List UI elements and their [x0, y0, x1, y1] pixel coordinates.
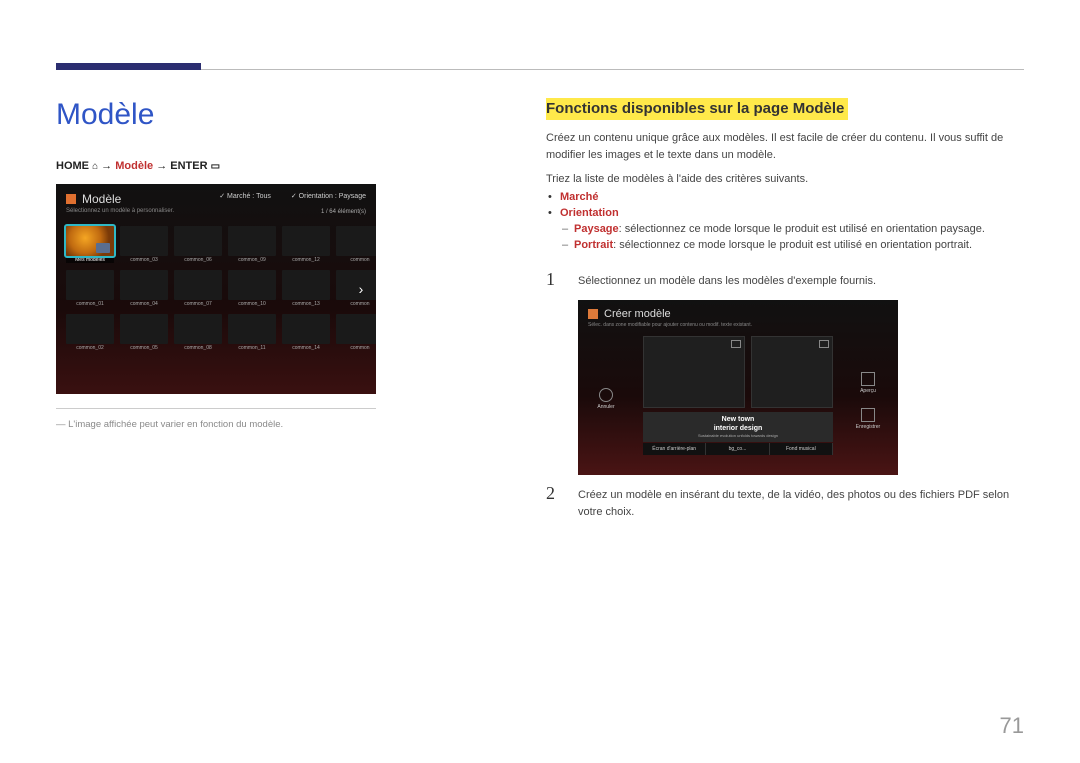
sub-paysage: Paysage: sélectionnez ce mode lorsque le… — [574, 223, 1024, 235]
section-title: Fonctions disponibles sur la page Modèle — [546, 98, 848, 120]
preview-button[interactable]: Aperçu — [846, 372, 890, 394]
preview-icon — [861, 372, 875, 386]
bullet-orientation: Orientation Paysage: sélectionnez ce mod… — [560, 207, 1024, 251]
enter-icon: ▭ — [211, 161, 220, 172]
template-cell[interactable]: common_13 — [282, 270, 330, 308]
steps-list: 1 Sélectionnez un modèle dans les modèle… — [546, 269, 1024, 520]
breadcrumb-home: HOME — [56, 160, 89, 172]
intro-paragraph: Créez un contenu unique grâce aux modèle… — [546, 130, 1024, 163]
filter-orientation[interactable]: Orientation : Paysage — [291, 192, 366, 200]
sort-criteria-list: Marché Orientation Paysage: sélectionnez… — [546, 191, 1024, 251]
template-canvas: New town interior design Sustainable evo… — [643, 336, 833, 454]
template-cell[interactable]: common — [336, 226, 376, 264]
cs-title: Créer modèle — [604, 308, 671, 320]
template-cell[interactable]: Mes modèles — [66, 226, 114, 264]
image-slot[interactable] — [643, 336, 745, 408]
page-header-rule — [56, 63, 1024, 70]
image-footnote: ― L'image affichée peut varier en foncti… — [56, 419, 386, 430]
ts-count: 1 / 64 élément(s) — [321, 209, 366, 215]
template-grid: Mes modèles common_03 common_06 common_0… — [66, 226, 376, 352]
cancel-icon — [599, 388, 613, 402]
template-icon — [66, 194, 76, 204]
page-title: Modèle — [56, 98, 386, 132]
text-slot[interactable]: New town interior design Sustainable evo… — [643, 412, 833, 442]
template-cell[interactable]: common_03 — [120, 226, 168, 264]
template-cell[interactable]: common — [336, 314, 376, 352]
template-cell[interactable]: common_11 — [228, 314, 276, 352]
tab-bgco[interactable]: bg_co... — [706, 443, 769, 455]
page-number: 71 — [1000, 713, 1024, 739]
page-header-accent — [56, 63, 201, 70]
breadcrumb-enter: ENTER — [170, 160, 207, 172]
orientation-sublist: Paysage: sélectionnez ce mode lorsque le… — [560, 223, 1024, 251]
next-arrow-icon[interactable]: › — [352, 274, 370, 304]
step-number: 2 — [546, 483, 564, 520]
bottom-tabs: Écran d'arrière-plan bg_co... Fond music… — [643, 443, 833, 455]
image-slot[interactable] — [751, 336, 833, 408]
home-icon: ⌂ — [92, 161, 98, 172]
cs-header: Créer modèle — [578, 300, 898, 322]
ts-title: Modèle — [82, 192, 121, 206]
step-2: 2 Créez un modèle en insérant du texte, … — [546, 483, 1024, 520]
template-browser-screenshot: Modèle Sélectionnez un modèle à personna… — [56, 184, 376, 394]
create-template-screenshot: Créer modèle Sélec. dans zone modifiable… — [578, 300, 898, 475]
arrow-icon: → — [101, 160, 112, 172]
tab-music[interactable]: Fond musical — [770, 443, 833, 455]
template-cell[interactable]: common_14 — [282, 314, 330, 352]
template-cell[interactable]: common_10 — [228, 270, 276, 308]
template-cell[interactable]: common_09 — [228, 226, 276, 264]
sort-intro: Triez la liste de modèles à l'aide des c… — [546, 173, 1024, 185]
bullet-marche: Marché — [560, 191, 1024, 203]
template-cell[interactable]: common_06 — [174, 226, 222, 264]
cs-right-actions: Aperçu Enregistrer — [846, 372, 890, 444]
ts-filters: Marché : Tous Orientation : Paysage — [219, 192, 366, 200]
sub-portrait: Portrait: sélectionnez ce mode lorsque l… — [574, 239, 1024, 251]
template-cell[interactable]: common_01 — [66, 270, 114, 308]
divider — [56, 408, 376, 409]
template-cell[interactable]: common_05 — [120, 314, 168, 352]
step-1: 1 Sélectionnez un modèle dans les modèle… — [546, 269, 1024, 290]
breadcrumb: HOME ⌂ → Modèle → ENTER ▭ — [56, 160, 386, 172]
save-button[interactable]: Enregistrer — [846, 408, 890, 430]
template-cell[interactable]: common_04 — [120, 270, 168, 308]
template-cell[interactable]: common_07 — [174, 270, 222, 308]
tab-background[interactable]: Écran d'arrière-plan — [643, 443, 706, 455]
template-cell[interactable]: common_12 — [282, 226, 330, 264]
template-cell[interactable]: common_08 — [174, 314, 222, 352]
arrow-icon: → — [156, 160, 167, 172]
breadcrumb-modele: Modèle — [115, 160, 153, 172]
left-column: Modèle HOME ⌂ → Modèle → ENTER ▭ Modèle … — [56, 98, 386, 430]
save-icon — [861, 408, 875, 422]
cs-left-actions: Annuler — [586, 388, 626, 424]
template-icon — [588, 309, 598, 319]
step-text: Créez un modèle en insérant du texte, de… — [578, 483, 1024, 520]
template-cell[interactable]: common_02 — [66, 314, 114, 352]
cancel-button[interactable]: Annuler — [586, 388, 626, 410]
cs-subtitle: Sélec. dans zone modifiable pour ajouter… — [578, 322, 898, 328]
step-text: Sélectionnez un modèle dans les modèles … — [578, 269, 1024, 290]
right-column: Fonctions disponibles sur la page Modèle… — [546, 98, 1024, 528]
step-number: 1 — [546, 269, 564, 290]
filter-marche[interactable]: Marché : Tous — [219, 192, 271, 200]
